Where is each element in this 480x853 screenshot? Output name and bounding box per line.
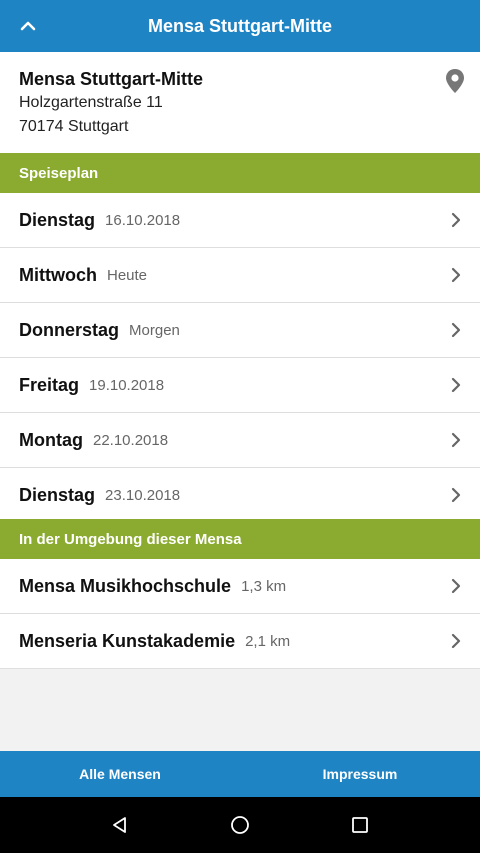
day-name: Freitag (19, 374, 80, 395)
mensa-name: Mensa Stuttgart-Mitte (19, 69, 203, 89)
day-name: Dienstag (19, 485, 96, 505)
speiseplan-list: Dienstag 16.10.2018 Mittwoch Heute Donne… (0, 193, 480, 523)
back-triangle-icon (113, 817, 126, 833)
chevron-right-icon (451, 322, 461, 338)
chevron-right-icon (451, 578, 461, 594)
day-date: 19.10.2018 (89, 376, 165, 394)
mensa-name: Mensa Musikhochschule (19, 575, 232, 596)
chevron-right-icon (451, 377, 461, 393)
location-pin-icon[interactable] (444, 68, 466, 94)
nav-home-button[interactable] (220, 805, 260, 845)
impressum-button[interactable]: Impressum (240, 751, 480, 797)
list-item[interactable]: Dienstag 16.10.2018 (0, 193, 480, 248)
home-circle-icon (231, 816, 249, 834)
list-item[interactable]: Montag 22.10.2018 (0, 413, 480, 468)
section-header-nearby: In der Umgebung dieser Mensa (0, 519, 480, 559)
day-date: 23.10.2018 (105, 487, 181, 504)
day-date: 22.10.2018 (92, 431, 169, 449)
bottom-bar: Alle Mensen Impressum (0, 751, 480, 797)
list-item[interactable]: Menseria Kunstakademie 2,1 km (0, 614, 480, 669)
mensa-info-card: Mensa Stuttgart-Mitte Holzgartenstraße 1… (0, 52, 480, 153)
chevron-right-icon (451, 432, 461, 448)
list-item[interactable]: Mensa Musikhochschule 1,3 km (0, 559, 480, 614)
chevron-right-icon (451, 633, 461, 649)
list-item[interactable]: Freitag 19.10.2018 (0, 358, 480, 413)
mensa-name: Menseria Kunstakademie (19, 630, 236, 651)
day-name: Mittwoch (19, 264, 97, 285)
mensa-distance: 2,1 km (245, 632, 291, 650)
recents-square-icon (352, 817, 368, 833)
day-date: 16.10.2018 (105, 211, 181, 229)
day-name: Donnerstag (19, 319, 120, 340)
nearby-list: Mensa Musikhochschule 1,3 km Menseria Ku… (0, 559, 480, 669)
chevron-right-icon (451, 212, 461, 228)
app-bar: Mensa Stuttgart-Mitte (0, 0, 480, 52)
nav-recents-button[interactable] (340, 805, 380, 845)
list-item[interactable]: Dienstag 23.10.2018 (0, 468, 480, 523)
system-nav-bar (0, 797, 480, 853)
page-title: Mensa Stuttgart-Mitte (148, 15, 332, 36)
list-item[interactable]: Donnerstag Morgen (0, 303, 480, 358)
nav-back-button[interactable] (100, 805, 140, 845)
mensa-city: 70174 Stuttgart (19, 118, 129, 135)
chevron-up-icon (20, 21, 36, 31)
day-date: Morgen (129, 321, 180, 339)
mensa-street: Holzgartenstraße 11 (19, 94, 163, 111)
all-mensen-button[interactable]: Alle Mensen (0, 751, 240, 797)
collapse-button[interactable] (10, 8, 46, 44)
day-date: Heute (107, 266, 148, 284)
section-header-speiseplan: Speiseplan (0, 153, 480, 193)
chevron-right-icon (451, 487, 461, 503)
day-name: Montag (19, 429, 83, 450)
day-name: Dienstag (19, 209, 96, 230)
mensa-distance: 1,3 km (241, 577, 287, 595)
chevron-right-icon (451, 267, 461, 283)
list-item[interactable]: Mittwoch Heute (0, 248, 480, 303)
